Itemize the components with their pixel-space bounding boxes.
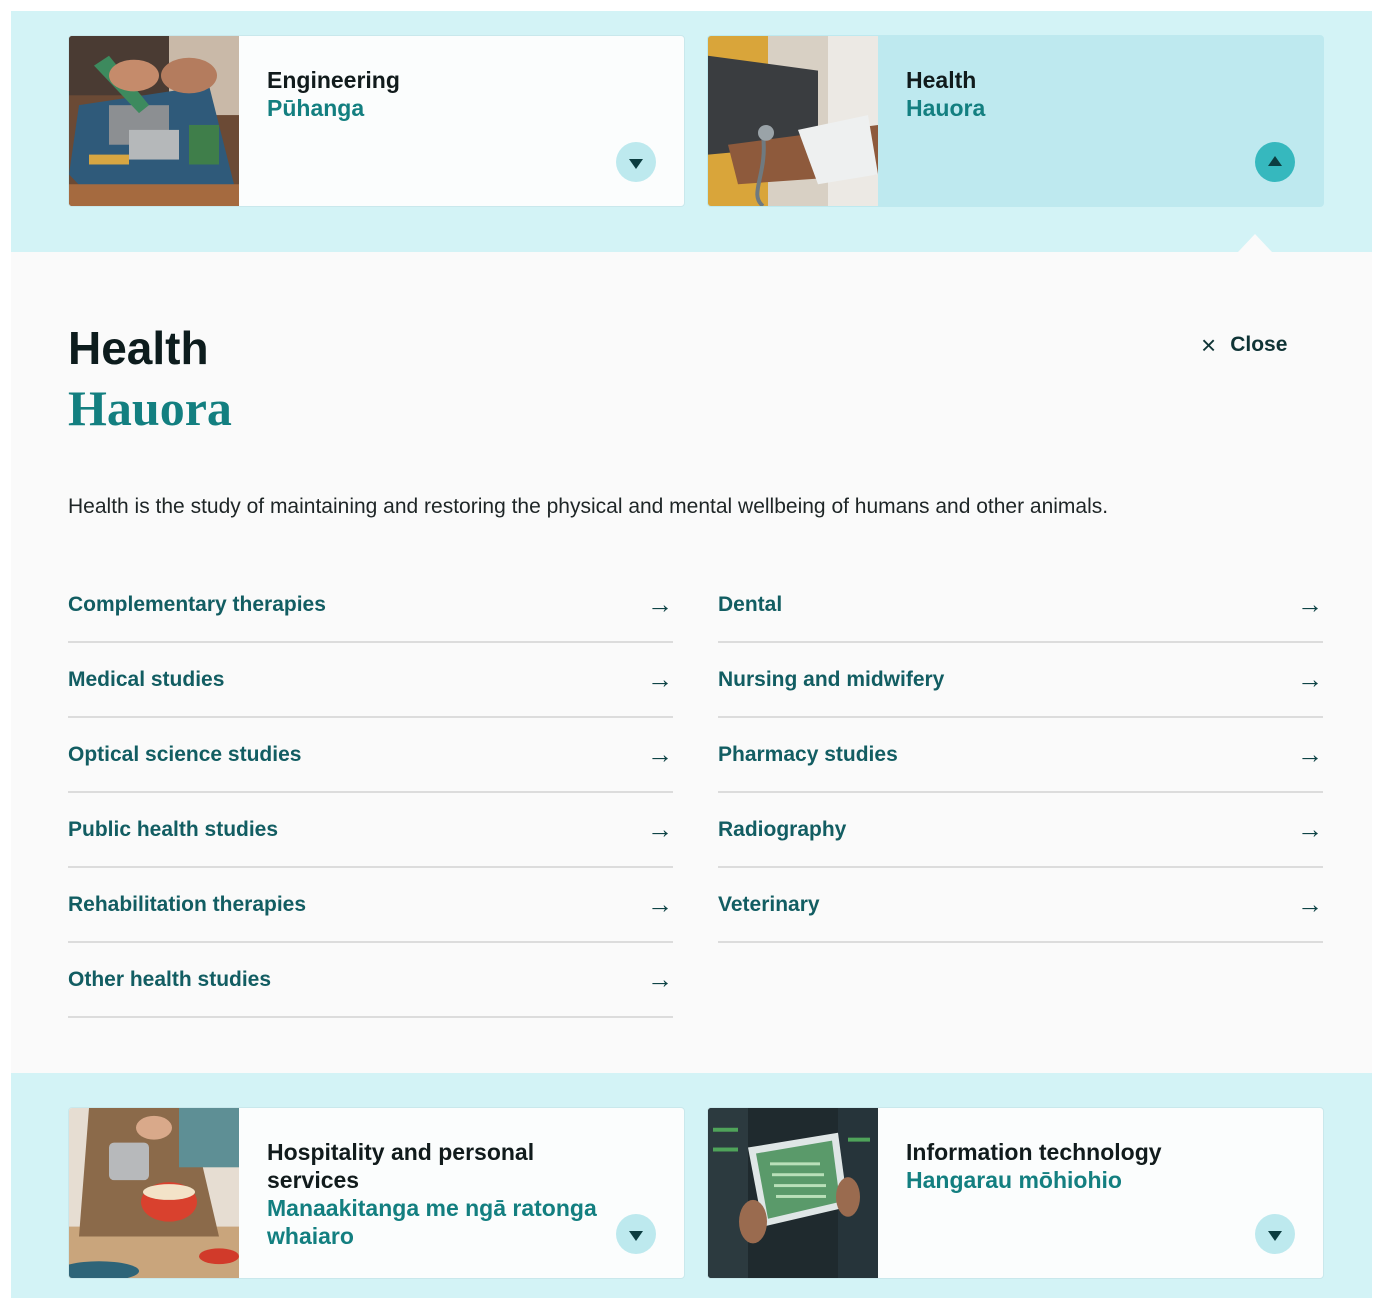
collapse-toggle-button[interactable]: [1255, 142, 1295, 182]
card-title-en: Information technology: [906, 1139, 1162, 1165]
subject-link[interactable]: Other health studies →: [68, 943, 673, 1018]
expand-toggle-button[interactable]: [616, 142, 656, 182]
close-button[interactable]: × Close: [1201, 332, 1287, 358]
subject-link-label: Other health studies: [68, 967, 272, 991]
card-title-mi: Manaakitanga me ngā ratonga whaiaro: [267, 1195, 597, 1249]
subject-link-label: Nursing and midwifery: [718, 667, 945, 691]
subject-link[interactable]: Public health studies →: [68, 793, 673, 868]
chevron-down-icon: [629, 158, 643, 169]
card-title-mi: Hangarau mōhiohio: [906, 1167, 1122, 1193]
category-card-health[interactable]: Health Hauora: [707, 35, 1324, 207]
subject-link-label: Veterinary: [718, 892, 820, 916]
subject-link[interactable]: Veterinary →: [718, 868, 1323, 943]
category-card-hospitality[interactable]: Hospitality and personal services Manaak…: [68, 1107, 685, 1279]
arrow-right-icon: →: [647, 739, 673, 769]
engineering-photo: [69, 36, 239, 206]
subject-link-label: Public health studies: [68, 817, 279, 841]
hospitality-photo: [69, 1108, 239, 1278]
subject-list-left: Complementary therapies → Medical studies…: [68, 568, 673, 1018]
category-card-information-technology[interactable]: Information technology Hangarau mōhiohio: [707, 1107, 1324, 1279]
expand-toggle-button[interactable]: [1255, 1214, 1295, 1254]
close-label: Close: [1230, 333, 1288, 356]
close-icon: ×: [1201, 330, 1217, 360]
arrow-right-icon: →: [1297, 814, 1323, 844]
arrow-right-icon: →: [1297, 739, 1323, 769]
subject-link-label: Pharmacy studies: [718, 742, 898, 766]
chevron-down-icon: [1268, 1230, 1282, 1241]
subject-link[interactable]: Medical studies →: [68, 643, 673, 718]
health-photo: [708, 36, 878, 206]
subject-link-label: Medical studies: [68, 667, 225, 691]
subject-link-label: Rehabilitation therapies: [68, 892, 307, 916]
chevron-down-icon: [629, 1230, 643, 1241]
subject-link[interactable]: Complementary therapies →: [68, 568, 673, 643]
information-technology-photo: [708, 1108, 878, 1278]
card-title-en: Engineering: [267, 67, 400, 93]
subject-link[interactable]: Nursing and midwifery →: [718, 643, 1323, 718]
panel-title-mi: Hauora: [68, 380, 232, 436]
arrow-right-icon: →: [647, 589, 673, 619]
subject-list-right: Dental → Nursing and midwifery → Pharmacy …: [718, 568, 1323, 943]
health-detail-panel: Health Hauora × Close Health is the stud…: [11, 252, 1372, 1073]
subject-link[interactable]: Pharmacy studies →: [718, 718, 1323, 793]
subject-link[interactable]: Optical science studies →: [68, 718, 673, 793]
expand-toggle-button[interactable]: [616, 1214, 656, 1254]
arrow-right-icon: →: [1297, 889, 1323, 919]
chevron-up-icon: [1268, 155, 1282, 166]
arrow-right-icon: →: [1297, 664, 1323, 694]
card-title-mi: Pūhanga: [267, 95, 365, 121]
active-pointer: [1238, 234, 1272, 252]
subject-link-label: Complementary therapies: [68, 592, 326, 616]
category-card-engineering[interactable]: Engineering Pūhanga: [68, 35, 685, 207]
arrow-right-icon: →: [647, 664, 673, 694]
panel-title-en: Health: [68, 322, 209, 374]
subject-link[interactable]: Radiography →: [718, 793, 1323, 868]
subject-link-label: Radiography: [718, 817, 847, 841]
subject-link[interactable]: Rehabilitation therapies →: [68, 868, 673, 943]
card-title-mi: Hauora: [906, 95, 986, 121]
arrow-right-icon: →: [1297, 589, 1323, 619]
arrow-right-icon: →: [647, 889, 673, 919]
panel-description: Health is the study of maintaining and r…: [68, 495, 1109, 518]
subject-link-label: Dental: [718, 592, 783, 616]
arrow-right-icon: →: [647, 814, 673, 844]
subject-link-label: Optical science studies: [68, 742, 302, 766]
card-title-en: Hospitality and personal services: [267, 1139, 535, 1193]
card-title-en: Health: [906, 67, 977, 93]
subject-link[interactable]: Dental →: [718, 568, 1323, 643]
arrow-right-icon: →: [647, 964, 673, 994]
